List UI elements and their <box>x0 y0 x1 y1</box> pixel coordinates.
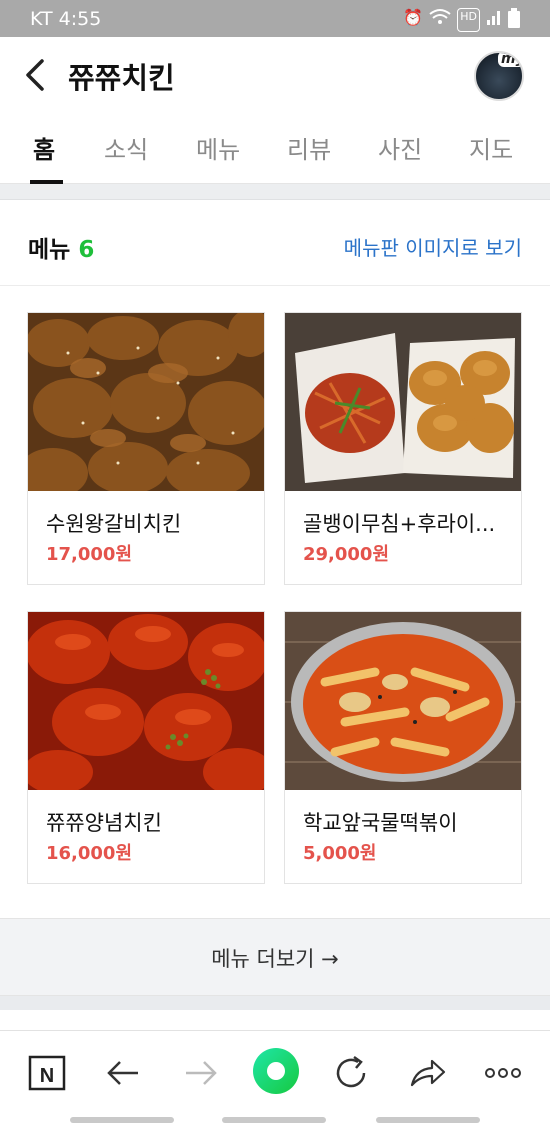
more-dots-icon[interactable] <box>482 1051 526 1095</box>
green-dot-icon[interactable] <box>252 1047 300 1095</box>
forward-arrow-icon[interactable] <box>178 1051 222 1095</box>
menu-item-price: 16,000원 <box>46 843 133 864</box>
gesture-indicator <box>376 1117 480 1123</box>
menu-image-link[interactable]: 메뉴판 이미지로 보기 <box>344 232 522 261</box>
tab-news[interactable]: 소식 <box>104 130 148 165</box>
tab-home[interactable]: 홈 <box>33 130 55 165</box>
svg-text:N: N <box>40 1065 54 1087</box>
battery-icon <box>508 8 520 32</box>
menu-item-price: 5,000원 <box>303 843 377 864</box>
section-divider <box>0 184 550 200</box>
signal-icon <box>486 8 502 32</box>
back-arrow-icon[interactable] <box>102 1051 146 1095</box>
menu-item-card[interactable]: 골뱅이무침+후라이... 29,000원 <box>284 312 522 585</box>
menu-section-header: 메뉴 6 메뉴판 이미지로 보기 <box>0 200 550 286</box>
menu-heading-label: 메뉴 <box>28 237 71 263</box>
avatar[interactable]: my <box>474 51 524 101</box>
menu-item-photo[interactable] <box>285 612 521 790</box>
menu-item-card[interactable]: 쮸쮸양념치킨 16,000원 <box>27 611 265 884</box>
page-title: 쮸쮸치킨 <box>68 61 175 95</box>
share-icon[interactable] <box>406 1051 450 1095</box>
app-header: 쮸쮸치킨 my <box>0 37 550 112</box>
gesture-indicator <box>70 1117 174 1123</box>
back-icon[interactable] <box>22 55 52 95</box>
wifi-icon <box>429 8 451 32</box>
menu-item-photo[interactable] <box>28 313 264 491</box>
menu-item-name: 학교앞국물떡볶이 <box>303 811 458 835</box>
menu-item-card[interactable]: 학교앞국물떡볶이 5,000원 <box>284 611 522 884</box>
reload-icon[interactable] <box>330 1051 374 1095</box>
hd-icon: HD <box>457 8 480 32</box>
browser-toolbar: N <box>0 1030 550 1131</box>
menu-heading: 메뉴 6 <box>28 230 94 264</box>
tab-photo[interactable]: 사진 <box>378 130 422 165</box>
avatar-badge: my <box>498 53 522 67</box>
menu-item-photo[interactable] <box>285 313 521 491</box>
menu-more-label: 메뉴 더보기 → <box>211 947 339 971</box>
tab-menu[interactable]: 메뉴 <box>196 130 240 165</box>
menu-count: 6 <box>78 237 95 263</box>
tab-map[interactable]: 지도 <box>469 130 513 165</box>
tab-review[interactable]: 리뷰 <box>287 130 331 165</box>
section-divider <box>0 996 550 1010</box>
status-time: KT 4:55 <box>30 8 102 30</box>
gesture-indicator <box>222 1117 326 1123</box>
naver-n-icon[interactable]: N <box>26 1051 70 1095</box>
menu-item-price: 29,000원 <box>303 544 390 565</box>
menu-item-card[interactable]: 수원왕갈비치킨 17,000원 <box>27 312 265 585</box>
status-icons: ⏰ HD <box>403 8 520 32</box>
menu-item-price: 17,000원 <box>46 544 133 565</box>
menu-item-name: 골뱅이무침+후라이... <box>303 512 496 536</box>
tab-bar: 홈 소식 메뉴 리뷰 사진 지도 <box>0 112 550 184</box>
alarm-icon: ⏰ <box>403 8 424 27</box>
menu-item-name: 쮸쮸양념치킨 <box>46 811 162 835</box>
menu-item-name: 수원왕갈비치킨 <box>46 512 182 536</box>
status-bar: KT 4:55 ⏰ HD <box>0 0 550 37</box>
menu-more-button[interactable]: 메뉴 더보기 → <box>0 918 550 996</box>
menu-item-photo[interactable] <box>28 612 264 790</box>
